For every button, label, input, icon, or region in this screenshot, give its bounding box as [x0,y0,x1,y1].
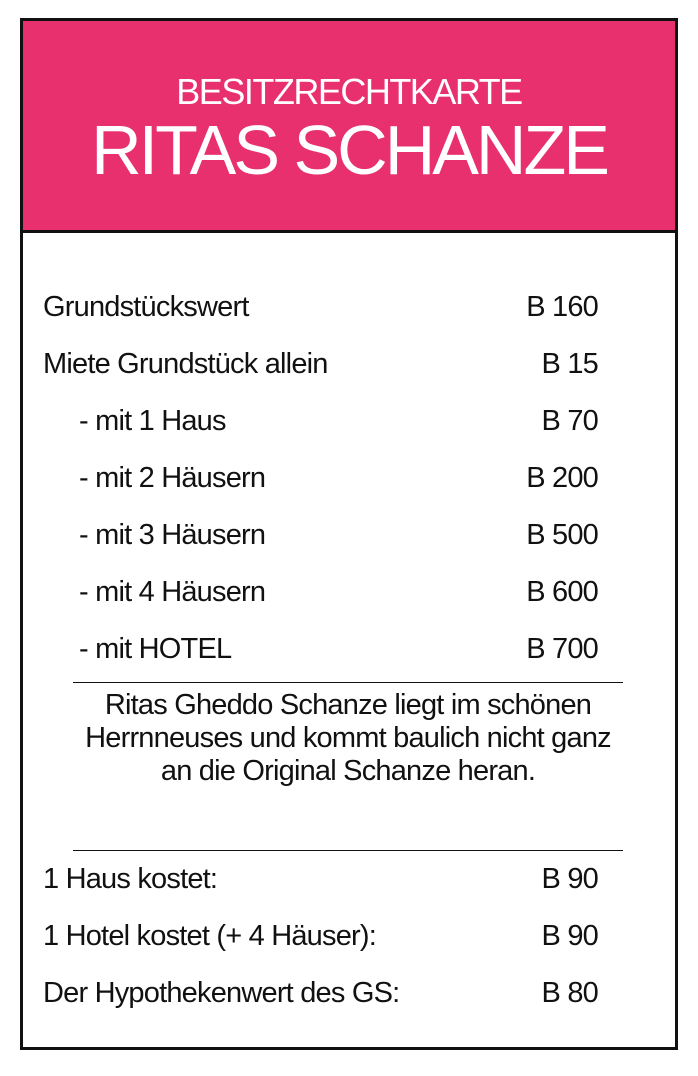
rent-row-value: B 200 [526,461,599,494]
cost-row-label: 1 Haus kostet: [43,862,218,895]
rent-row-label: Miete Grundstück allein [43,347,328,380]
rent-row-label: - mit 2 Häusern [79,461,266,494]
cost-row-label: 1 Hotel kostet (+ 4 Häuser): [43,919,377,952]
property-card: BESITZRECHTKARTE RITAS SCHANZE Grundstüc… [20,18,678,1050]
cost-row-house: 1 Haus kostet: B 90 [43,859,599,899]
rent-row-value: B 500 [526,518,599,551]
property-description: Ritas Gheddo Schanze liegt im schönen He… [85,689,612,787]
divider-bottom [73,850,623,851]
rent-row-label: - mit HOTEL [79,632,232,665]
rent-row-2-houses: - mit 2 Häusern B 200 [43,458,599,498]
card-title: RITAS SCHANZE [91,110,610,189]
rent-row-value: B 160 [526,290,599,323]
rent-row-3-houses: - mit 3 Häusern B 500 [43,515,599,555]
card-kicker: BESITZRECHTKARTE [176,70,523,112]
cost-row-value: B 90 [541,862,599,895]
rent-row-label: Grundstückswert [43,290,249,323]
cost-row-mortgage: Der Hypothekenwert des GS: B 80 [43,973,599,1013]
rent-row-label: - mit 3 Häusern [79,518,266,551]
rent-row-4-houses: - mit 4 Häusern B 600 [43,572,599,612]
rent-row-1-house: - mit 1 Haus B 70 [43,401,599,441]
rent-row-label: - mit 1 Haus [79,404,227,437]
rent-row-property-value: Grundstückswert B 160 [43,287,599,327]
rent-row-value: B 600 [526,575,599,608]
cost-row-value: B 80 [541,976,599,1009]
cost-row-value: B 90 [541,919,599,952]
rent-row-value: B 15 [541,347,599,380]
rent-row-value: B 70 [541,404,599,437]
rent-row-value: B 700 [526,632,599,665]
rent-row-hotel: - mit HOTEL B 700 [43,629,599,669]
rent-row-base-rent: Miete Grundstück allein B 15 [43,344,599,384]
cost-row-hotel: 1 Hotel kostet (+ 4 Häuser): B 90 [43,916,599,956]
cost-row-label: Der Hypothekenwert des GS: [43,976,400,1009]
card-header: BESITZRECHTKARTE RITAS SCHANZE [23,21,675,233]
rent-row-label: - mit 4 Häusern [79,575,266,608]
divider-top [73,682,623,683]
